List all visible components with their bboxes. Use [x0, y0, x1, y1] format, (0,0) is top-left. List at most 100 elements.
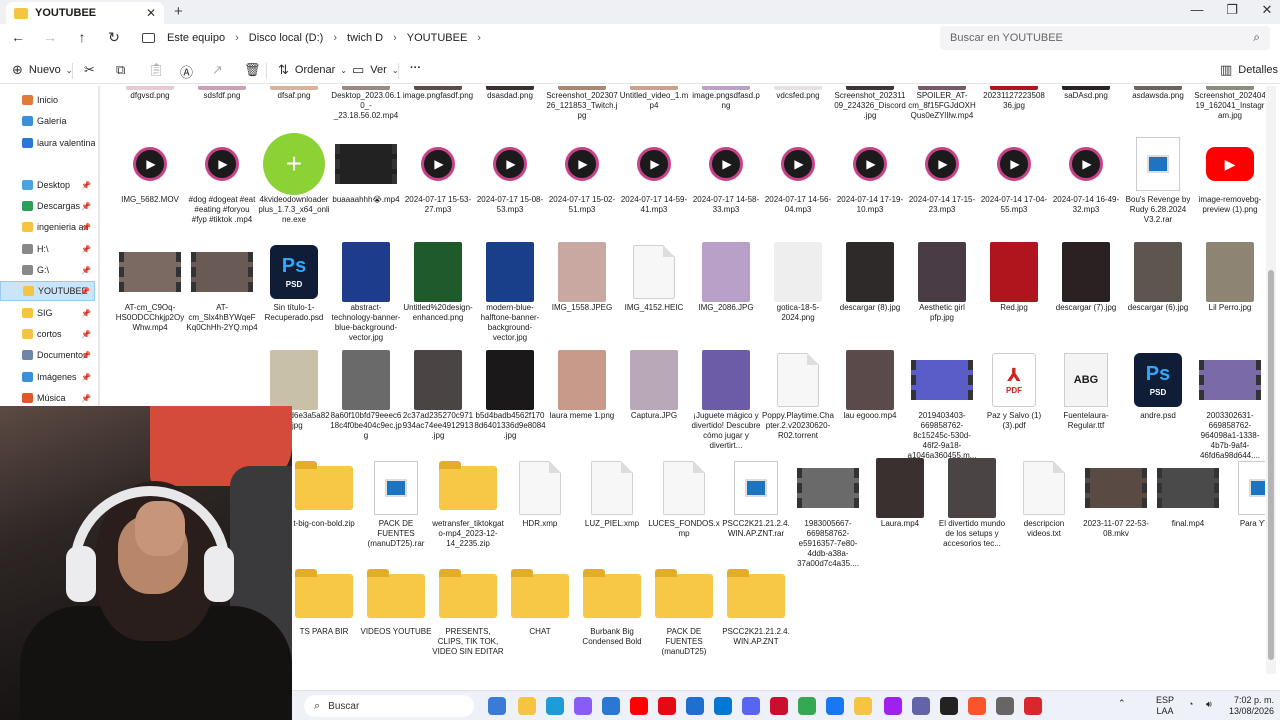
file-item[interactable]: HDR.xmp [504, 458, 576, 529]
file-item[interactable]: 2019403403-669858762-8c15245c-530d-46f2-… [906, 350, 978, 461]
chevron-right-icon[interactable]: › [393, 32, 397, 44]
file-item[interactable]: 2c37ad235270c971934ac74ee4912913.jpg [402, 350, 474, 441]
file-item[interactable]: PSCC2K21.21.2.4.WIN.AP.ZNT [720, 566, 792, 647]
sidebar-item[interactable]: ingenieria an 📌 [0, 217, 95, 237]
file-item[interactable]: El divertido mundo de los setups y acces… [936, 458, 1008, 549]
file-item[interactable]: AT-cm_C9Oq-HS0ODCChkjp2OyWhw.mp4 [114, 242, 186, 333]
app-icon[interactable] [884, 697, 902, 715]
close-button[interactable]: ✕ [1252, 2, 1280, 18]
file-item[interactable]: TS PARA BIR [288, 566, 360, 637]
file-item[interactable]: LUCES_FONDOS.xmp [648, 458, 720, 539]
pin-icon[interactable]: 📌 [81, 202, 91, 211]
file-item[interactable]: Untitled_video_1.mp4 [618, 86, 690, 111]
pin-icon[interactable]: 📌 [81, 266, 91, 275]
file-item[interactable]: asdawsda.png [1122, 86, 1194, 101]
file-item[interactable]: Laura.mp4 [864, 458, 936, 529]
discord-icon[interactable] [742, 697, 760, 715]
share-button[interactable]: ↗ [212, 62, 229, 78]
facebook-icon[interactable] [826, 697, 844, 715]
mail-icon[interactable] [714, 697, 732, 715]
pin-icon[interactable]: 📌 [81, 394, 91, 403]
view-button[interactable]: ▭ Ver ⌄ [352, 62, 405, 78]
search-input[interactable]: Buscar en YOUTUBEE ⌕ [940, 26, 1270, 50]
volume-icon[interactable]: 🔊︎ [1206, 699, 1212, 710]
file-item[interactable]: Ps PSD Sin título-1-Recuperado.psd [258, 242, 330, 323]
youtube-icon[interactable] [630, 697, 648, 715]
brave-icon[interactable] [968, 697, 986, 715]
file-item[interactable]: IMG_4152.HEIC [618, 242, 690, 313]
file-item[interactable]: Captura.JPG [618, 350, 690, 421]
sidebar-item[interactable]: Documentos 📌 [0, 345, 95, 365]
breadcrumb-disco-local[interactable]: Disco local (D:) [249, 32, 324, 44]
delete-button[interactable]: 🗑︎ [244, 62, 267, 78]
sidebar-item[interactable]: Música 📌 [0, 388, 95, 408]
chevron-right-icon[interactable]: › [333, 32, 337, 44]
file-item[interactable]: abstract-technology-banner-blue-backgrou… [330, 242, 402, 343]
file-item[interactable]: descargar (6).jpg [1122, 242, 1194, 313]
file-item[interactable]: image.pngsdfasd.png [690, 86, 762, 111]
opera-icon[interactable] [770, 697, 788, 715]
file-item[interactable]: ▶ 2024-07-14 17-04-55.mp3 [978, 134, 1050, 215]
file-item[interactable]: modern-blue-halftone-banner-background-v… [474, 242, 546, 343]
file-item[interactable]: lau egooo.mp4 [834, 350, 906, 421]
file-item[interactable]: ▶ 2024-07-17 14-58-33.mp3 [690, 134, 762, 215]
sidebar-item[interactable]: Descargas 📌 [0, 196, 95, 216]
file-item[interactable]: b5d4badb4562f1708d6401336d9e8084.jpg [474, 350, 546, 441]
file-item[interactable]: Desktop_2023.06.10_-_23.18.56.02.mp4 [330, 86, 402, 121]
more-options-button[interactable]: ··· [410, 62, 421, 74]
file-item[interactable]: ▶ 2024-07-17 15-08-53.mp3 [474, 134, 546, 215]
file-item[interactable]: laura meme 1.png [546, 350, 618, 421]
file-item[interactable]: ¡Juguete mágico y divertido! Descubre có… [690, 350, 762, 451]
file-item[interactable]: Screenshot_20230726_121853_Twitch.jpg [546, 86, 618, 121]
copy-button[interactable]: ⧉ [116, 62, 131, 78]
refresh-button[interactable]: ↻ [104, 29, 124, 46]
file-item[interactable]: dfgvsd.png [114, 86, 186, 101]
pin-icon[interactable]: 📌 [81, 181, 91, 190]
file-item[interactable]: AT-cm_Slx4hBYWqeFKq0ChHh-2YQ.mp4 [186, 242, 258, 333]
scrollbar-thumb[interactable] [1268, 270, 1274, 660]
file-item[interactable]: Para YT.rar [1224, 458, 1265, 529]
file-item[interactable]: dfsaf.png [258, 86, 330, 101]
file-item[interactable]: descargar (7).jpg [1050, 242, 1122, 313]
file-item[interactable]: PACK DE FUENTES (manuDT25) [648, 566, 720, 657]
pin-icon[interactable]: 📌 [81, 330, 91, 339]
copilot-icon[interactable] [574, 697, 592, 715]
file-item[interactable]: Poppy.Playtime.Chapter.2.v20230620-R02.t… [762, 350, 834, 441]
store-icon[interactable] [602, 697, 620, 715]
edge-icon[interactable] [546, 697, 564, 715]
file-item[interactable]: SPOILER_AT-cm_8f15FGJdOXHQus0eZYlIlw.mp4 [906, 86, 978, 121]
sidebar-item[interactable]: G:\ 📌 [0, 260, 95, 280]
sidebar-item[interactable]: YOUTUBEE 📌 [0, 281, 95, 301]
file-item[interactable]: saDAsd.png [1050, 86, 1122, 101]
file-item[interactable]: CHAT [504, 566, 576, 637]
file-item[interactable]: Burbank Big Condensed Bold [576, 566, 648, 647]
file-item[interactable]: Screenshot_20240419_162041_Instagram.jpg [1194, 86, 1265, 121]
file-item[interactable]: Aesthetic girl pfp.jpg [906, 242, 978, 323]
tab-close-icon[interactable]: ✕ [146, 6, 156, 20]
file-item[interactable]: buaaaahhh😭.mp4 [330, 134, 402, 205]
netflix-icon[interactable] [658, 697, 676, 715]
file-item[interactable]: PSCC2K21.21.2.4.WIN.AP.ZNT.rar [720, 458, 792, 539]
file-item[interactable]: ▶ 2024-07-17 14-56-04.mp3 [762, 134, 834, 215]
new-button[interactable]: ⊕ Nuevo ⌄ [12, 62, 78, 78]
mega-icon[interactable] [1024, 697, 1042, 715]
pin-icon[interactable]: 📌 [81, 309, 91, 318]
file-item[interactable]: PACK DE FUENTES (manuDT25).rar [360, 458, 432, 549]
sidebar-item[interactable]: laura valentina - [0, 133, 95, 153]
sidebar-item[interactable]: Imágenes 📌 [0, 367, 95, 387]
taskbar-search[interactable]: ⌕ Buscar [304, 695, 474, 717]
sidebar-item[interactable]: SIG 📌 [0, 303, 95, 323]
file-item[interactable]: ▶ 2024-07-17 15-53-27.mp3 [402, 134, 474, 215]
file-item[interactable]: ▶ 2024-07-14 17-15-23.mp3 [906, 134, 978, 215]
sidebar-item[interactable]: cortos 📌 [0, 324, 95, 344]
minimize-button[interactable]: — [1182, 2, 1212, 17]
file-item[interactable]: t-big-con-bold.zip [288, 458, 360, 529]
file-item[interactable]: 8a60f10bfd79eeec618c4f0be404c9ec.jpg [330, 350, 402, 441]
cut-button[interactable]: ✂ [84, 62, 101, 78]
file-item[interactable]: 2003302631-669858762-964098a1-1338-4b7b-… [1194, 350, 1265, 461]
file-item[interactable]: Untitled%20design-enhanced.png [402, 242, 474, 323]
file-item[interactable]: PRESENTS, CLIPS, TIK TOK, VIDEO SIN EDIT… [432, 566, 504, 657]
sidebar-item[interactable]: Inicio [0, 90, 95, 110]
file-item[interactable]: ▶ IMG_5682.MOV [114, 134, 186, 205]
file-item[interactable]: ▶ 2024-07-17 14-59-41.mp3 [618, 134, 690, 215]
